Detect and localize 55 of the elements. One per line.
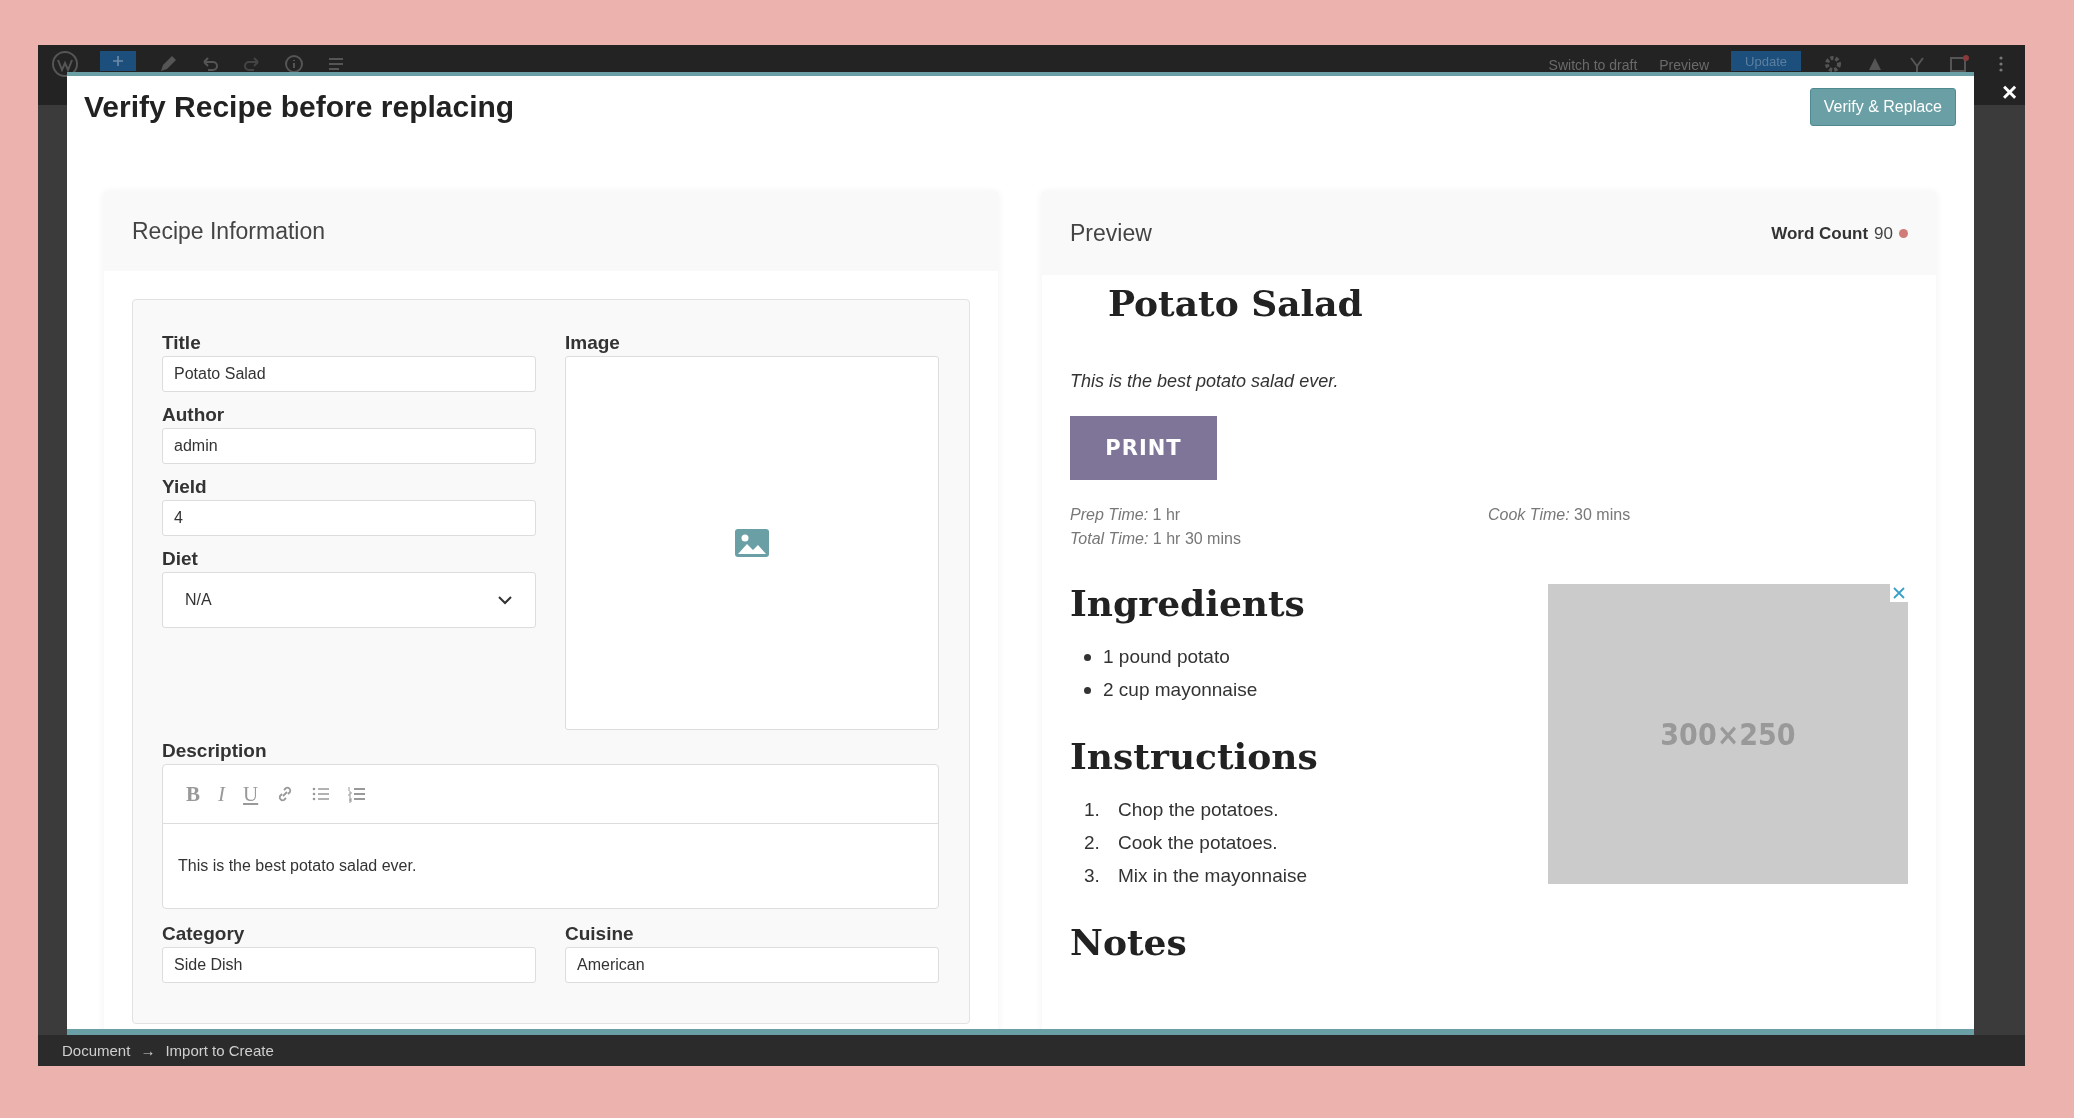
instruction-step: Mix in the mayonnaise	[1118, 865, 1308, 887]
bullet-icon	[1084, 653, 1091, 661]
bullet-icon	[1084, 686, 1091, 694]
text-field[interactable]: American	[565, 947, 939, 983]
print-button[interactable]: PRINT	[1070, 416, 1217, 480]
recipe-time: Cook Time: 30 mins	[1488, 506, 1632, 524]
breadcrumb-separator: →	[140, 1042, 156, 1059]
panel-title: Recipe Information	[132, 218, 326, 245]
field-label: Image	[565, 332, 621, 354]
undo-icon[interactable]	[200, 54, 220, 74]
field-label: Title	[162, 332, 202, 354]
breadcrumb-item[interactable]: Document	[62, 1042, 131, 1059]
section-heading: Instructions	[1070, 735, 1318, 777]
info-icon[interactable]	[284, 54, 304, 74]
yoast-icon[interactable]	[1949, 54, 1969, 74]
text-field[interactable]: Side Dish	[162, 947, 536, 983]
description-text: This is the best potato salad ever.	[177, 856, 418, 876]
ingredient-item: 1 pound potato	[1103, 646, 1230, 668]
field-label: Description	[162, 740, 268, 762]
instruction-step: Cook the potatoes.	[1118, 832, 1278, 854]
text-field[interactable]: Potato Salad	[162, 356, 536, 392]
modal-title: Verify Recipe before replacing	[84, 90, 515, 124]
step-number: 1.	[1084, 799, 1101, 821]
field-label: Author	[162, 404, 226, 426]
section-heading: Notes	[1070, 921, 1187, 963]
panel-title: Preview	[1070, 220, 1152, 247]
text-field[interactable]: 4	[162, 500, 536, 536]
step-number: 2.	[1084, 832, 1101, 854]
numbered-list-icon[interactable]	[347, 784, 368, 804]
chevron-down-icon[interactable]	[497, 595, 513, 605]
close-button[interactable]: ×	[2002, 79, 2018, 105]
gear-icon[interactable]	[1823, 54, 1843, 74]
diet-select[interactable]: N/A	[162, 572, 536, 628]
text-field[interactable]: admin	[162, 428, 536, 464]
field-label: Diet	[162, 548, 199, 570]
word-count: 90	[1874, 223, 1893, 244]
field-label: Category	[162, 923, 246, 945]
redo-icon[interactable]	[242, 54, 262, 74]
word-count-label: Word Count	[1771, 223, 1869, 244]
logo-icon[interactable]	[52, 51, 78, 77]
field-label: Cuisine	[565, 923, 635, 945]
pencil-icon[interactable]	[158, 54, 178, 74]
recipe-title: Potato Salad	[1108, 285, 1363, 321]
section-heading: Ingredients	[1070, 582, 1305, 624]
instruction-step: Chop the potatoes.	[1118, 799, 1279, 821]
breadcrumb-item[interactable]: Import to Create	[165, 1042, 274, 1059]
ingredient-item: 2 cup mayonnaise	[1103, 679, 1258, 701]
description-editor[interactable]: B I U This is the best potato salad ever.	[162, 764, 939, 909]
recipe-time: Prep Time: 1 hr	[1070, 506, 1182, 524]
image-icon	[735, 529, 769, 557]
recipe-summary: This is the best potato salad ever.	[1070, 371, 1340, 392]
step-number: 3.	[1084, 865, 1101, 887]
status-dot	[1899, 229, 1908, 238]
field-label: Yield	[162, 476, 208, 498]
recipe-time: Total Time: 1 hr 30 mins	[1070, 530, 1242, 548]
